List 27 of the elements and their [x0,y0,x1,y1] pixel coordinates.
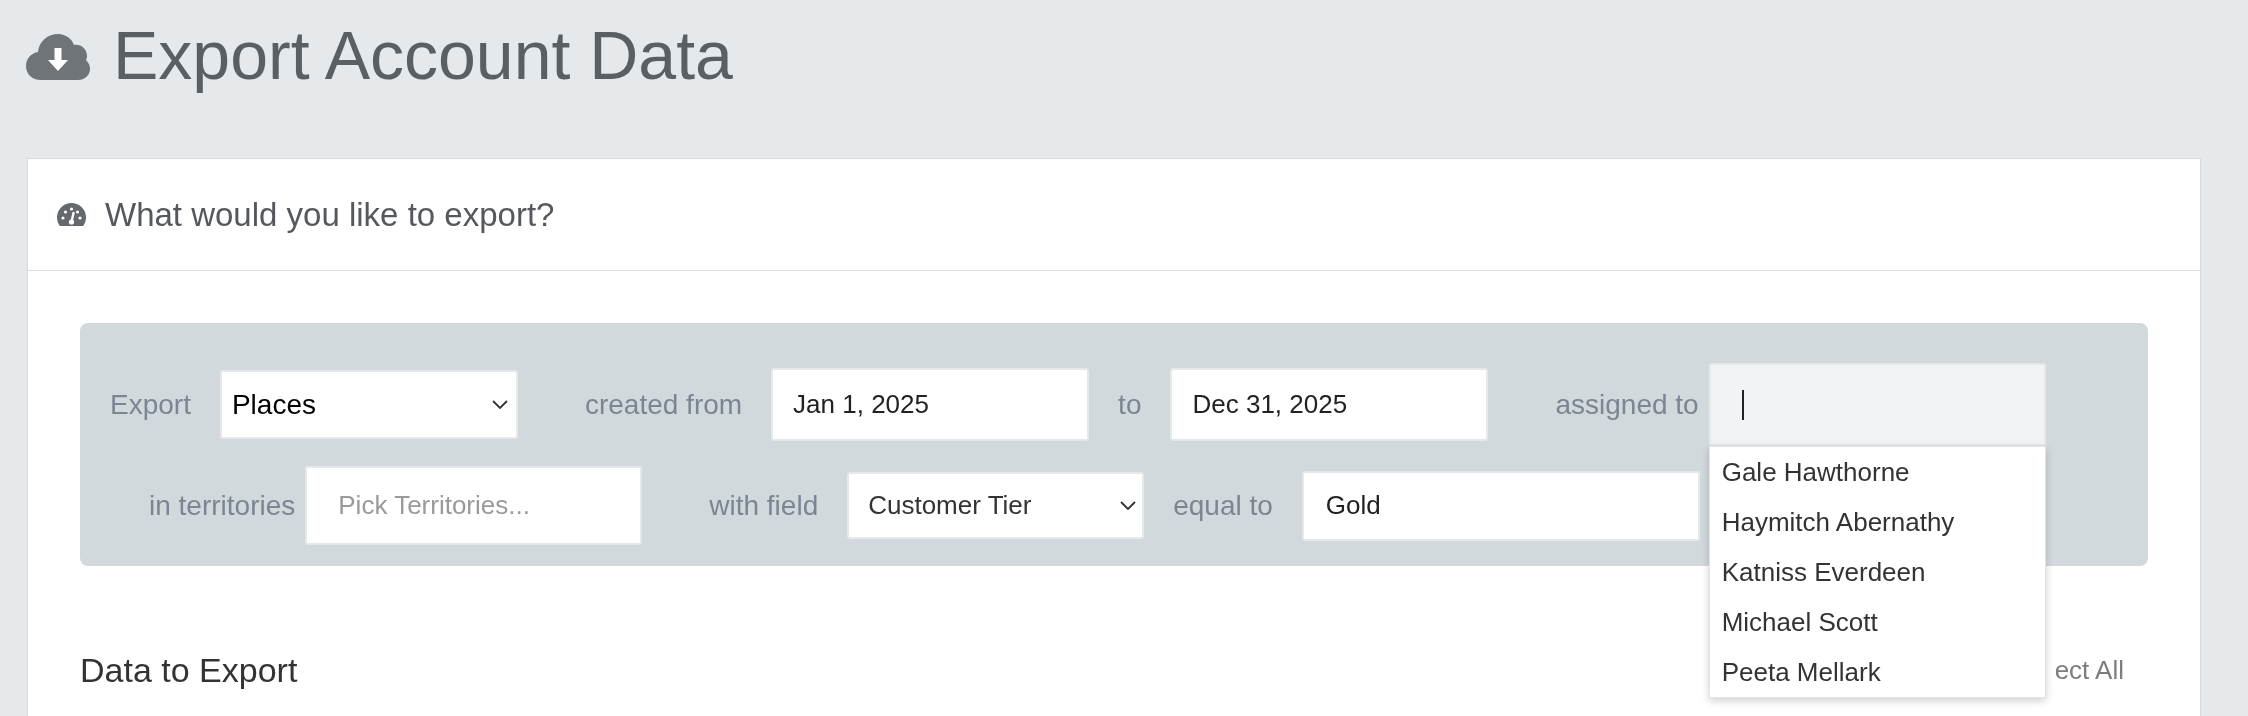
section-heading: Data to Export [80,650,298,691]
chevron-down-icon [491,400,508,409]
filter-label: created from [584,387,743,422]
start-date-field[interactable]: Jan 1, 2025 [771,368,1090,441]
text-cursor-icon [1741,389,1744,420]
filter-label: to [1118,387,1142,422]
dropdown-select[interactable]: Places [219,370,518,439]
search-field[interactable] [1708,363,2046,446]
suggestion-item[interactable]: Haymitch Abernathy [1709,497,2045,547]
filter-label: assigned to [1555,387,1699,422]
picker-field[interactable]: Pick Territories... [305,466,643,545]
filter-label: in territories [149,488,296,523]
end-date-field[interactable]: Dec 31, 2025 [1170,368,1489,441]
suggestion-item[interactable]: Katniss Everdeen [1709,547,2045,597]
select-all-link[interactable]: ect All [2054,650,2124,690]
value-field[interactable]: Gold [1301,470,1700,541]
card-title: What would you like to export? [105,194,555,235]
filter-label: equal to [1173,488,1273,523]
filter-label: Export [110,387,191,422]
chevron-down-icon [1120,501,1137,510]
suggestion-item[interactable]: Gale Hawthorne [1709,447,2045,497]
filter-label: with field [709,488,819,523]
gauge-icon [57,203,86,226]
field-select[interactable]: Customer Tier [847,472,1145,539]
suggestion-item[interactable]: Peeta Mellark [1709,647,2045,697]
page-title: Export Account Data [113,16,733,95]
suggestion-item[interactable]: Michael Scott [1709,597,2045,647]
